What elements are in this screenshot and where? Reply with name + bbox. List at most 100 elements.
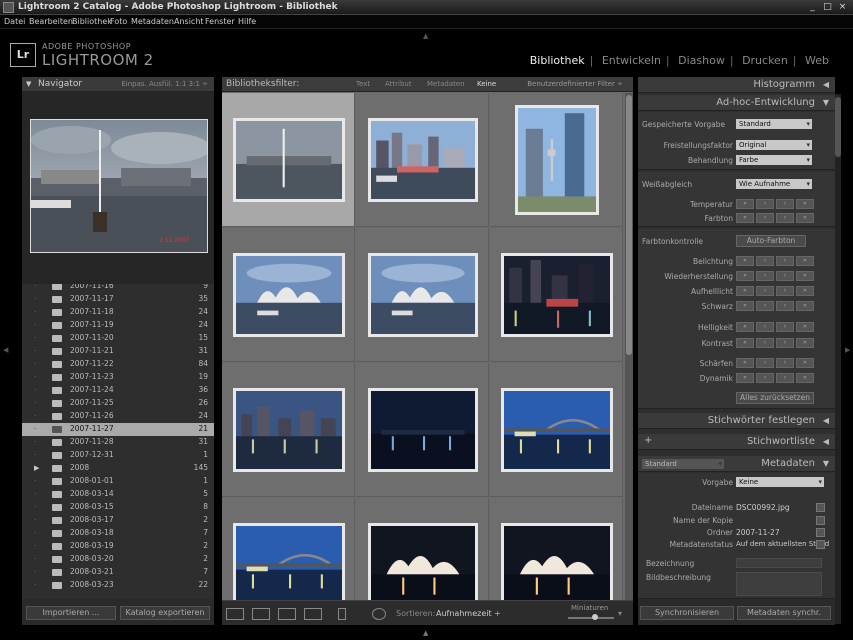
histogram-header[interactable]: Histogramm ◀ <box>638 77 835 93</box>
temperature-stepper[interactable]: «‹ ›» <box>736 199 814 209</box>
sync-button[interactable]: Synchronisieren <box>640 606 734 620</box>
folder-row[interactable]: · 2007-11-16 9 <box>22 284 214 293</box>
disclosure-icon[interactable]: · <box>34 284 36 290</box>
photo-thumbnail[interactable] <box>367 388 478 472</box>
folder-row[interactable]: · 2008-01-01 1 <box>22 475 214 488</box>
top-panel-toggle-icon[interactable]: ▲ <box>423 32 428 40</box>
tint-stepper[interactable]: «‹ ›» <box>736 213 814 223</box>
grid-cell[interactable] <box>490 363 623 497</box>
thumbnail-size-slider[interactable] <box>568 617 614 619</box>
folder-row[interactable]: · 2008-03-14 5 <box>22 488 214 501</box>
photo-thumbnail[interactable] <box>232 118 345 202</box>
photo-thumbnail[interactable] <box>500 388 613 472</box>
folder-row[interactable]: · 2007-11-21 31 <box>22 345 214 358</box>
grid-scrollbar[interactable] <box>625 93 633 600</box>
folder-row[interactable]: · 2007-11-28 31 <box>22 436 214 449</box>
exposure-stepper[interactable]: «‹ ›» <box>736 256 814 266</box>
disclosure-icon[interactable]: · <box>34 542 36 550</box>
menu-fenster[interactable]: Fenster <box>205 17 235 26</box>
folder-row[interactable]: · 2008-03-20 2 <box>22 553 214 566</box>
disclosure-icon[interactable]: · <box>34 568 36 576</box>
folder-row[interactable]: · 2007-11-23 19 <box>22 371 214 384</box>
white-balance-select[interactable]: Wie Aufnahme <box>736 179 812 189</box>
menu-ansicht[interactable]: Ansicht <box>174 17 204 26</box>
grid-cell[interactable] <box>222 228 355 362</box>
sync-metadata-button[interactable]: Metadaten synchr. <box>737 606 831 620</box>
module-bibliothek[interactable]: Bibliothek <box>530 54 585 67</box>
metadata-set-select[interactable]: Standard <box>642 459 724 469</box>
menu-bibliothek[interactable]: Bibliothek <box>72 17 112 26</box>
copy-name-icon[interactable] <box>816 516 825 525</box>
disclosure-icon[interactable]: · <box>34 321 36 329</box>
disclosure-icon[interactable]: · <box>34 386 36 394</box>
sort-select[interactable]: Aufnahmezeit ÷ <box>436 609 501 618</box>
folder-row[interactable]: · 2007-11-20 15 <box>22 332 214 345</box>
folder-row[interactable]: · 2007-11-27 21 <box>22 423 214 436</box>
folder-row[interactable]: · 2008-03-23 22 <box>22 579 214 592</box>
disclosure-icon[interactable]: · <box>34 581 36 589</box>
rename-icon[interactable] <box>816 503 825 512</box>
caption-field[interactable] <box>736 572 822 596</box>
disclosure-icon[interactable]: · <box>34 438 36 446</box>
contrast-stepper[interactable]: «‹ ›» <box>736 338 814 348</box>
folder-row[interactable]: · 2007-11-18 24 <box>22 306 214 319</box>
vibrance-stepper[interactable]: «‹ ›» <box>736 373 814 383</box>
quick-develop-header[interactable]: Ad-hoc-Entwicklung ▼ <box>638 95 835 111</box>
module-drucken[interactable]: Drucken <box>742 54 788 67</box>
export-catalog-button[interactable]: Katalog exportieren <box>120 606 210 620</box>
import-button[interactable]: Importieren ... <box>26 606 116 620</box>
disclosure-icon[interactable]: · <box>34 503 36 511</box>
photo-thumbnail[interactable] <box>367 253 478 337</box>
left-panel-toggle-icon[interactable]: ◀ <box>3 346 8 354</box>
brightness-stepper[interactable]: «‹ ›» <box>736 322 814 332</box>
module-web[interactable]: Web <box>805 54 829 67</box>
menu-hilfe[interactable]: Hilfe <box>238 17 256 26</box>
filter-tab-text[interactable]: Text <box>356 80 370 88</box>
grid-view-icon[interactable] <box>226 608 244 620</box>
grid-cell[interactable] <box>490 93 623 227</box>
folder-row[interactable]: · 2007-11-17 35 <box>22 293 214 306</box>
metadata-status-icon[interactable] <box>816 540 825 549</box>
collapse-icon[interactable]: ▼ <box>26 80 31 88</box>
folder-row[interactable]: · 2007-11-22 84 <box>22 358 214 371</box>
photo-thumbnail[interactable] <box>500 253 613 337</box>
photo-thumbnail[interactable] <box>500 523 613 600</box>
recovery-stepper[interactable]: «‹ ›» <box>736 271 814 281</box>
disclosure-icon[interactable]: · <box>34 412 36 420</box>
loupe-view-icon[interactable] <box>252 608 270 620</box>
survey-view-icon[interactable] <box>304 608 322 620</box>
grid-cell[interactable] <box>222 498 355 600</box>
photo-thumbnail[interactable] <box>367 118 478 202</box>
folder-row[interactable]: · 2008-03-18 7 <box>22 527 214 540</box>
maximize-icon[interactable]: □ <box>822 2 833 13</box>
disclosure-icon[interactable]: · <box>34 347 36 355</box>
folder-row[interactable]: · 2007-11-26 24 <box>22 410 214 423</box>
disclosure-icon[interactable]: · <box>34 295 36 303</box>
disclosure-icon[interactable]: · <box>34 399 36 407</box>
photo-thumbnail[interactable] <box>232 523 345 600</box>
right-panel-toggle-icon[interactable]: ▶ <box>845 346 850 354</box>
metadata-preset-select[interactable]: Keine <box>736 477 824 487</box>
filename-value[interactable]: DSC00992.jpg <box>736 503 790 512</box>
grid-cell[interactable] <box>356 93 489 227</box>
disclosure-icon[interactable]: · <box>34 555 36 563</box>
disclosure-icon[interactable]: · <box>34 451 36 459</box>
photo-thumbnail[interactable] <box>232 253 345 337</box>
navigator-preview[interactable]: 2 11 2007 <box>30 119 208 253</box>
treatment-select[interactable]: Farbe <box>736 155 812 165</box>
grid-cell[interactable] <box>490 228 623 362</box>
folder-row[interactable]: · 2007-11-24 36 <box>22 384 214 397</box>
sort-direction-icon[interactable] <box>372 608 386 620</box>
go-to-folder-icon[interactable] <box>816 528 825 537</box>
keywording-header[interactable]: Stichwörter festlegen ◀ <box>638 413 835 429</box>
folder-row[interactable]: · 2008-03-17 2 <box>22 514 214 527</box>
disclosure-icon[interactable]: · <box>34 490 36 498</box>
keyword-list-header[interactable]: + Stichwortliste ◀ <box>638 434 835 450</box>
metadata-header[interactable]: Standard Metadaten ▼ <box>638 456 835 472</box>
module-entwickeln[interactable]: Entwickeln <box>602 54 661 67</box>
photo-thumbnail[interactable] <box>232 388 345 472</box>
grid-cell[interactable] <box>356 363 489 497</box>
grid-cell[interactable] <box>222 93 355 227</box>
disclosure-icon[interactable]: · <box>34 334 36 342</box>
menu-foto[interactable]: Foto <box>110 17 127 26</box>
